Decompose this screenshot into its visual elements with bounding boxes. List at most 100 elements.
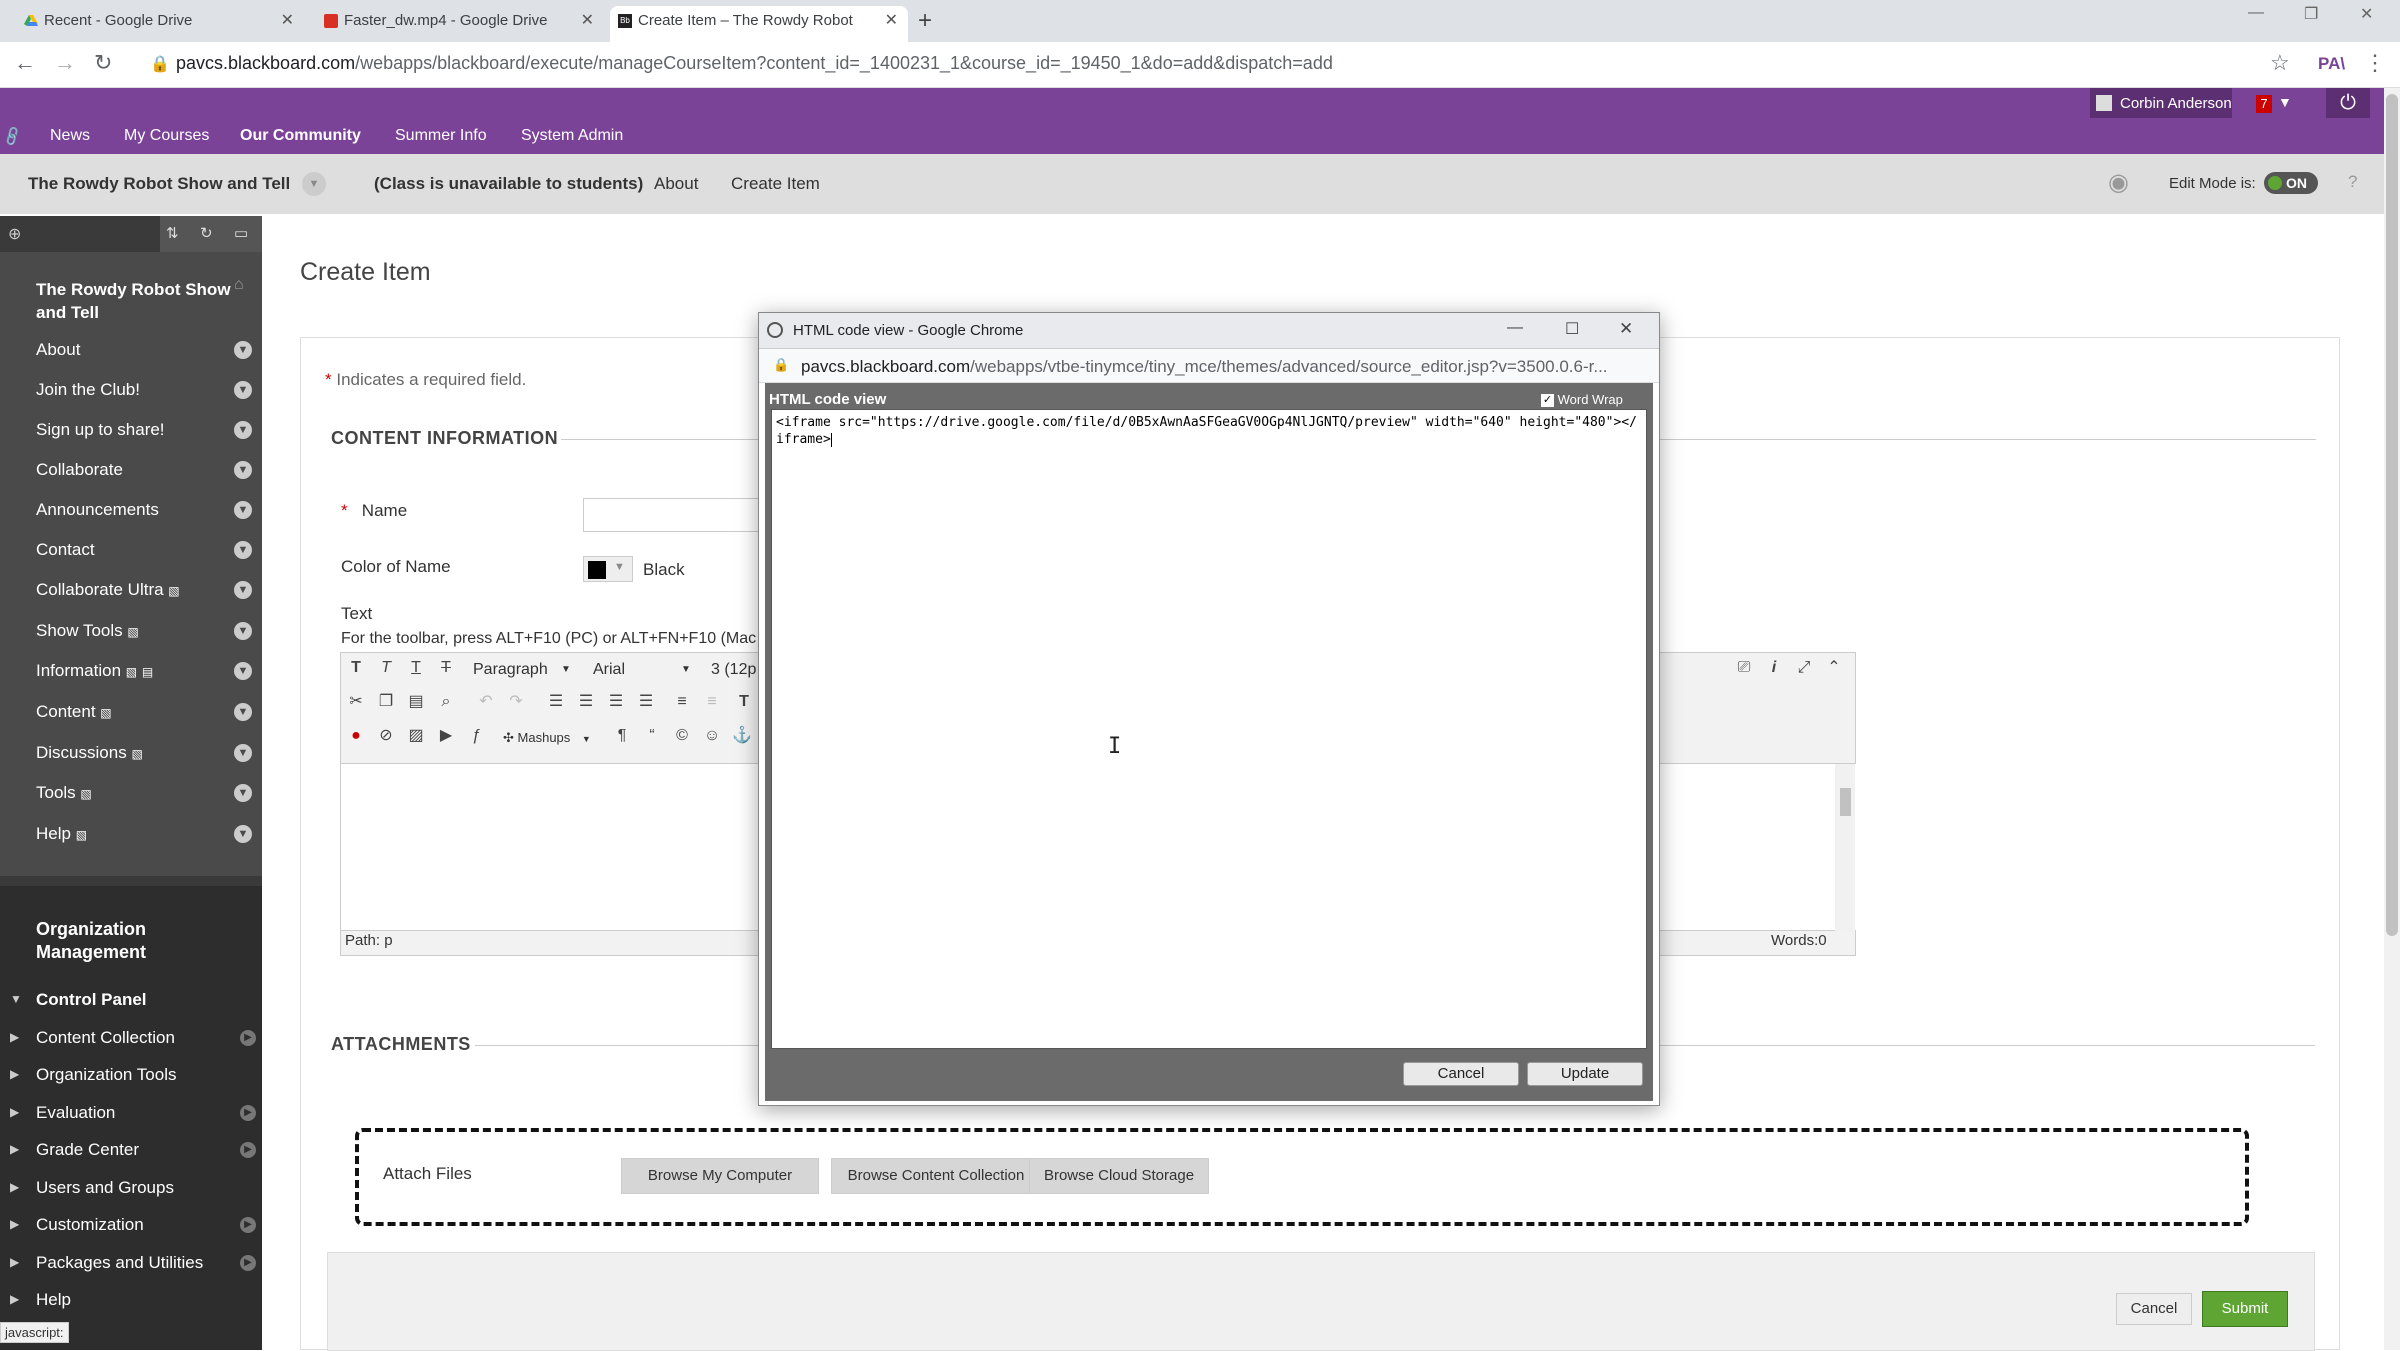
- attach-files-dropzone[interactable]: Attach Files Browse My Computer Browse C…: [355, 1128, 2249, 1226]
- browse-cloud-storage-button[interactable]: Browse Cloud Storage: [1029, 1158, 1209, 1194]
- browse-my-computer-button[interactable]: Browse My Computer: [621, 1158, 819, 1194]
- course-menu-title[interactable]: The Rowdy Robot Show and Tell: [36, 278, 236, 324]
- browse-content-collection-button[interactable]: Browse Content Collection: [831, 1158, 1041, 1194]
- nav-my-courses[interactable]: My Courses: [124, 127, 209, 145]
- dialog-title-bar[interactable]: HTML code view - Google Chrome — ☐ ✕: [759, 313, 1659, 349]
- reload-icon[interactable]: ↻: [94, 50, 112, 76]
- insert-media-icon[interactable]: ▶: [435, 725, 457, 747]
- tab-recent-google-drive[interactable]: Recent - Google Drive ✕: [16, 6, 304, 42]
- cancel-button[interactable]: Cancel: [2116, 1293, 2192, 1325]
- forward-icon[interactable]: →: [54, 50, 76, 76]
- new-tab-icon[interactable]: +: [918, 6, 932, 36]
- close-tab-icon[interactable]: ✕: [581, 6, 594, 36]
- nav-news[interactable]: News: [50, 127, 90, 145]
- chevron-down-icon[interactable]: ▼: [234, 825, 252, 843]
- paragraph-mark-icon[interactable]: ¶: [611, 725, 633, 747]
- editor-scrollbar[interactable]: [1835, 764, 1855, 932]
- special-char-icon[interactable]: ©: [671, 725, 693, 747]
- chevron-down-icon[interactable]: ▼: [234, 501, 252, 519]
- redo-icon[interactable]: ↷: [505, 691, 527, 713]
- cp-customization[interactable]: Customization: [36, 1215, 144, 1235]
- cp-help[interactable]: Help: [36, 1290, 71, 1310]
- align-right-icon[interactable]: ☰: [605, 691, 627, 713]
- profile-badge[interactable]: PA\: [2318, 54, 2345, 74]
- undo-icon[interactable]: ↶: [475, 691, 497, 713]
- tab-faster-video[interactable]: Faster_dw.mp4 - Google Drive ✕: [316, 6, 604, 42]
- cp-content-collection[interactable]: Content Collection: [36, 1028, 175, 1048]
- close-tab-icon[interactable]: ✕: [281, 6, 294, 36]
- italic-icon[interactable]: T: [375, 657, 397, 679]
- color-picker[interactable]: ▼: [583, 556, 633, 582]
- user-menu[interactable]: Corbin Anderson: [2090, 88, 2232, 118]
- logout-power-icon[interactable]: ⏻: [2326, 88, 2370, 118]
- nav-our-community[interactable]: Our Community: [240, 127, 361, 145]
- text-style-icon[interactable]: T: [345, 657, 367, 679]
- cp-grade-center[interactable]: Grade Center: [36, 1140, 139, 1160]
- chevron-right-icon[interactable]: ▶: [240, 1255, 256, 1271]
- strikethrough-icon[interactable]: T: [435, 657, 457, 679]
- chevron-down-icon[interactable]: ▼: [234, 461, 252, 479]
- close-window-icon[interactable]: ✕: [2360, 4, 2373, 24]
- align-center-icon[interactable]: ☰: [575, 691, 597, 713]
- word-wrap-checkbox[interactable]: ✓: [1541, 394, 1554, 408]
- bullet-list-icon[interactable]: ≡: [671, 691, 693, 713]
- preview-icon[interactable]: ⎚: [1733, 657, 1755, 679]
- control-panel-heading[interactable]: Control Panel: [36, 990, 147, 1010]
- notification-count-badge[interactable]: 7: [2256, 95, 2272, 113]
- add-menu-item-icon[interactable]: ⊕: [8, 224, 21, 244]
- menu-item-collaborate-ultra[interactable]: Collaborate Ultra ▧: [36, 580, 180, 600]
- cp-organization-tools[interactable]: Organization Tools: [36, 1065, 177, 1085]
- chevron-down-icon[interactable]: ▼: [234, 622, 252, 640]
- close-tab-icon[interactable]: ✕: [885, 6, 898, 36]
- math-formula-icon[interactable]: ƒ: [465, 725, 487, 747]
- collapse-toolbar-icon[interactable]: ⌃: [1823, 657, 1845, 679]
- dialog-update-button[interactable]: Update: [1527, 1062, 1643, 1086]
- refresh-icon[interactable]: ↻: [200, 224, 213, 242]
- help-icon[interactable]: ?: [2348, 172, 2357, 192]
- chevron-right-icon[interactable]: ▶: [240, 1030, 256, 1046]
- menu-item-about[interactable]: About: [36, 340, 80, 360]
- edit-mode-toggle[interactable]: ON: [2264, 172, 2318, 194]
- menu-item-help[interactable]: Help ▧: [36, 824, 87, 844]
- menu-item-announcements[interactable]: Announcements: [36, 500, 159, 520]
- numbered-list-icon[interactable]: ≡: [701, 691, 723, 713]
- paste-icon[interactable]: ▤: [405, 691, 427, 713]
- nav-summer-info[interactable]: Summer Info: [395, 127, 487, 145]
- maximize-window-icon[interactable]: ☐: [1565, 319, 1579, 339]
- cp-packages-utilities[interactable]: Packages and Utilities: [36, 1253, 203, 1273]
- folder-view-icon[interactable]: ▭: [234, 224, 248, 242]
- menu-item-signup[interactable]: Sign up to share!: [36, 420, 165, 440]
- bookmark-star-icon[interactable]: ☆: [2270, 50, 2290, 76]
- nav-system-admin[interactable]: System Admin: [521, 127, 623, 145]
- mashups-menu[interactable]: ✣ Mashups ▼: [503, 727, 591, 750]
- restore-window-icon[interactable]: ❐: [2304, 4, 2318, 24]
- blockquote-icon[interactable]: “: [641, 725, 663, 747]
- chevron-down-icon[interactable]: ▼: [234, 421, 252, 439]
- insert-image-icon[interactable]: ▨: [405, 725, 427, 747]
- menu-item-show-tools[interactable]: Show Tools ▧: [36, 621, 139, 641]
- html-source-textarea[interactable]: <iframe src="https://drive.google.com/fi…: [771, 409, 1647, 1049]
- copy-icon[interactable]: ❐: [375, 691, 397, 713]
- font-select[interactable]: Arial ▼: [587, 658, 697, 682]
- chrome-menu-icon[interactable]: ⋮: [2364, 50, 2386, 76]
- chevron-down-icon[interactable]: ▼: [234, 784, 252, 802]
- align-left-icon[interactable]: ☰: [545, 691, 567, 713]
- chevron-down-icon[interactable]: ▼: [234, 341, 252, 359]
- fullscreen-icon[interactable]: ⤢: [1793, 657, 1815, 679]
- name-input[interactable]: [583, 498, 763, 532]
- anchor-icon[interactable]: ⚓: [731, 725, 753, 747]
- chevron-down-icon[interactable]: ▼: [234, 581, 252, 599]
- chevron-down-icon[interactable]: ▼: [302, 172, 326, 196]
- minimize-window-icon[interactable]: —: [1507, 319, 1523, 337]
- menu-item-tools[interactable]: Tools ▧: [36, 783, 92, 803]
- cut-icon[interactable]: ✂: [345, 691, 367, 713]
- chevron-right-icon[interactable]: ▶: [240, 1142, 256, 1158]
- menu-item-discussions[interactable]: Discussions ▧: [36, 743, 143, 763]
- menu-item-collaborate[interactable]: Collaborate: [36, 460, 123, 480]
- word-wrap-option[interactable]: ✓ Word Wrap: [1541, 392, 1623, 408]
- menu-item-contact[interactable]: Contact: [36, 540, 95, 560]
- submit-button[interactable]: Submit: [2202, 1291, 2288, 1327]
- chevron-down-icon[interactable]: ▼: [234, 703, 252, 721]
- cp-users-groups[interactable]: Users and Groups: [36, 1178, 174, 1198]
- find-icon[interactable]: ⌕: [435, 691, 457, 713]
